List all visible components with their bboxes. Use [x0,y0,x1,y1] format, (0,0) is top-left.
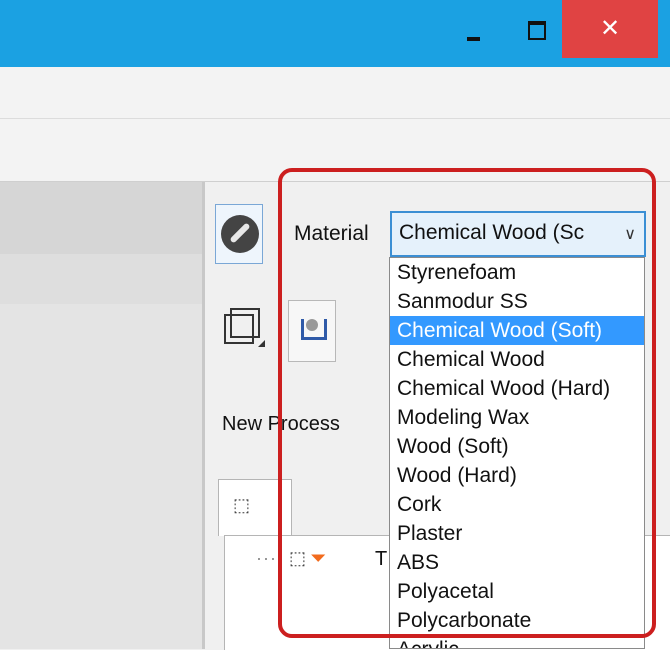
cube-icon: ⬚ [233,495,251,515]
highlight-frame [278,168,656,638]
box-view-icon [224,314,254,344]
title-bar: ✕ [0,0,670,67]
menu-bar [0,67,670,119]
left-pane [0,182,202,649]
close-button[interactable]: ✕ [562,0,658,58]
left-pane-strip [0,182,202,254]
compass-button[interactable] [215,204,263,264]
dropdown-corner-icon [258,340,265,347]
box-view-button[interactable] [218,300,274,362]
maximize-button[interactable] [505,0,561,58]
left-pane-strip [0,254,202,304]
minimize-button[interactable] [447,0,503,58]
